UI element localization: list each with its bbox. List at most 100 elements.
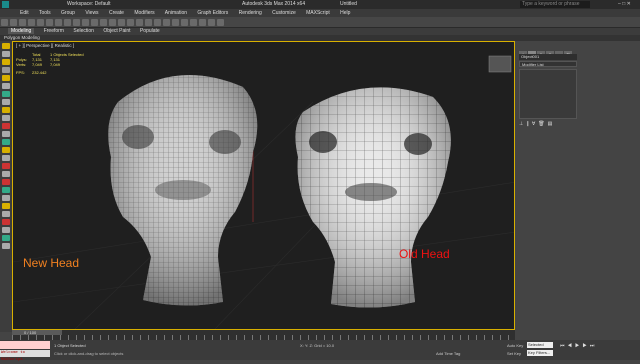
tool-icon[interactable] (2, 219, 10, 225)
align-icon[interactable] (154, 19, 161, 26)
viewport-label[interactable]: [ + ][ Perspective ][ Realistic ] (16, 43, 74, 48)
menu-rendering[interactable]: Rendering (239, 10, 262, 16)
object-name-field[interactable]: Object001 (519, 54, 577, 60)
tool-icon[interactable] (2, 67, 10, 73)
region-icon[interactable] (64, 19, 71, 26)
undo-icon[interactable] (1, 19, 8, 26)
menu-group[interactable]: Group (61, 10, 75, 16)
tool-icon[interactable] (2, 51, 10, 57)
menu-maxscript[interactable]: MAXScript (306, 10, 330, 16)
tool-icon[interactable] (2, 179, 10, 185)
tool-icon[interactable] (2, 75, 10, 81)
main-toolbar (0, 17, 640, 28)
tool-icon[interactable] (2, 83, 10, 89)
menu-customize[interactable]: Customize (272, 10, 296, 16)
tab-object-paint[interactable]: Object Paint (103, 28, 130, 34)
material-editor-icon[interactable] (190, 19, 197, 26)
curve-editor-icon[interactable] (172, 19, 179, 26)
next-frame-icon[interactable]: ▶ (582, 343, 589, 349)
workspace-dropdown[interactable]: Workspace: Default (67, 0, 111, 9)
tab-populate[interactable]: Populate (140, 28, 160, 34)
modifier-stack[interactable] (519, 69, 577, 119)
tool-icon[interactable] (2, 235, 10, 241)
schematic-icon[interactable] (181, 19, 188, 26)
command-panel-tabs: ✦◐≡◎▭⚒ (519, 43, 579, 58)
app-logo-icon[interactable] (2, 1, 9, 8)
tool-icon[interactable] (2, 115, 10, 121)
stack-controls: ⊥∥∀🗑▤ (519, 121, 577, 127)
tool-icon[interactable] (2, 187, 10, 193)
setkey-button[interactable]: Set Key (507, 351, 521, 356)
mirror-icon[interactable] (145, 19, 152, 26)
key-filters-button[interactable]: Key Filters... (527, 350, 553, 356)
rotate-icon[interactable] (82, 19, 89, 26)
scale-icon[interactable] (91, 19, 98, 26)
tool-icon[interactable] (2, 163, 10, 169)
unlink-icon[interactable] (28, 19, 35, 26)
configure-icon[interactable]: ▤ (548, 121, 556, 127)
menu-modifiers[interactable]: Modifiers (134, 10, 154, 16)
render-icon[interactable] (217, 19, 224, 26)
selection-status: 1 Object Selected (54, 343, 86, 348)
tool-icon[interactable] (2, 123, 10, 129)
tab-modeling[interactable]: Modeling (8, 28, 35, 34)
tool-icon[interactable] (2, 107, 10, 113)
select-by-name-icon[interactable] (55, 19, 62, 26)
render-setup-icon[interactable] (199, 19, 206, 26)
pivot-icon[interactable] (109, 19, 116, 26)
tab-freeform[interactable]: Freeform (44, 28, 64, 34)
tool-icon[interactable] (2, 211, 10, 217)
tool-icon[interactable] (2, 147, 10, 153)
percent-snap-icon[interactable] (136, 19, 143, 26)
tool-icon[interactable] (2, 203, 10, 209)
redo-icon[interactable] (10, 19, 17, 26)
tab-selection[interactable]: Selection (73, 28, 94, 34)
old-head-mesh[interactable] (295, 87, 451, 308)
maxscript-output[interactable]: Welcome to MAXScript. (0, 350, 50, 362)
remove-modifier-icon[interactable]: 🗑 (538, 121, 547, 127)
tool-icon[interactable] (2, 195, 10, 201)
move-icon[interactable] (73, 19, 80, 26)
coordinate-readout[interactable]: X: Y: Z: Grid = 10.0 (300, 343, 334, 348)
go-to-end-icon[interactable]: ⏭ (590, 343, 598, 349)
menu-help[interactable]: Help (340, 10, 350, 16)
viewport-stats: Total 1 Objects Selected Polys: 7,131 7,131… (16, 52, 84, 75)
bind-icon[interactable] (37, 19, 44, 26)
tool-icon[interactable] (2, 59, 10, 65)
angle-snap-icon[interactable] (127, 19, 134, 26)
tool-icon[interactable] (2, 91, 10, 97)
tool-icon[interactable] (2, 99, 10, 105)
link-icon[interactable] (19, 19, 26, 26)
tool-icon[interactable] (2, 171, 10, 177)
ribbon-subtitle[interactable]: Polygon Modeling (4, 35, 40, 40)
tool-icon[interactable] (2, 155, 10, 161)
go-to-start-icon[interactable]: ⏮ (560, 343, 568, 349)
render-frame-icon[interactable] (208, 19, 215, 26)
menu-graph-editors[interactable]: Graph Editors (197, 10, 228, 16)
snap-icon[interactable] (118, 19, 125, 26)
add-time-tag[interactable]: Add Time Tag (436, 351, 460, 356)
tool-icon[interactable] (2, 243, 10, 249)
search-input[interactable]: Type a keyword or phrase (520, 1, 590, 8)
menu-edit[interactable]: Edit (20, 10, 29, 16)
modifier-list-dropdown[interactable]: Modifier List (519, 61, 577, 67)
reference-coord-icon[interactable] (100, 19, 107, 26)
maxscript-listener-mini[interactable] (0, 341, 50, 349)
menu-views[interactable]: Views (85, 10, 98, 16)
tool-icon[interactable] (2, 139, 10, 145)
menu-animation[interactable]: Animation (165, 10, 187, 16)
timeline[interactable]: 0 / 100 (12, 330, 515, 340)
tool-icon[interactable] (2, 227, 10, 233)
autokey-button[interactable]: Auto Key (507, 343, 523, 348)
tool-icon[interactable] (2, 43, 10, 49)
autokey-dropdown[interactable]: Selected (527, 342, 553, 348)
menu-create[interactable]: Create (109, 10, 124, 16)
menu-tools[interactable]: Tools (39, 10, 51, 16)
layer-icon[interactable] (163, 19, 170, 26)
prev-frame-icon[interactable]: ◀ (568, 343, 575, 349)
tool-icon[interactable] (2, 131, 10, 137)
window-controls[interactable]: – □ ✕ (618, 0, 631, 9)
viewcube[interactable] (488, 55, 512, 73)
select-icon[interactable] (46, 19, 53, 26)
perspective-viewport[interactable]: [ + ][ Perspective ][ Realistic ] Total 1… (12, 41, 515, 330)
